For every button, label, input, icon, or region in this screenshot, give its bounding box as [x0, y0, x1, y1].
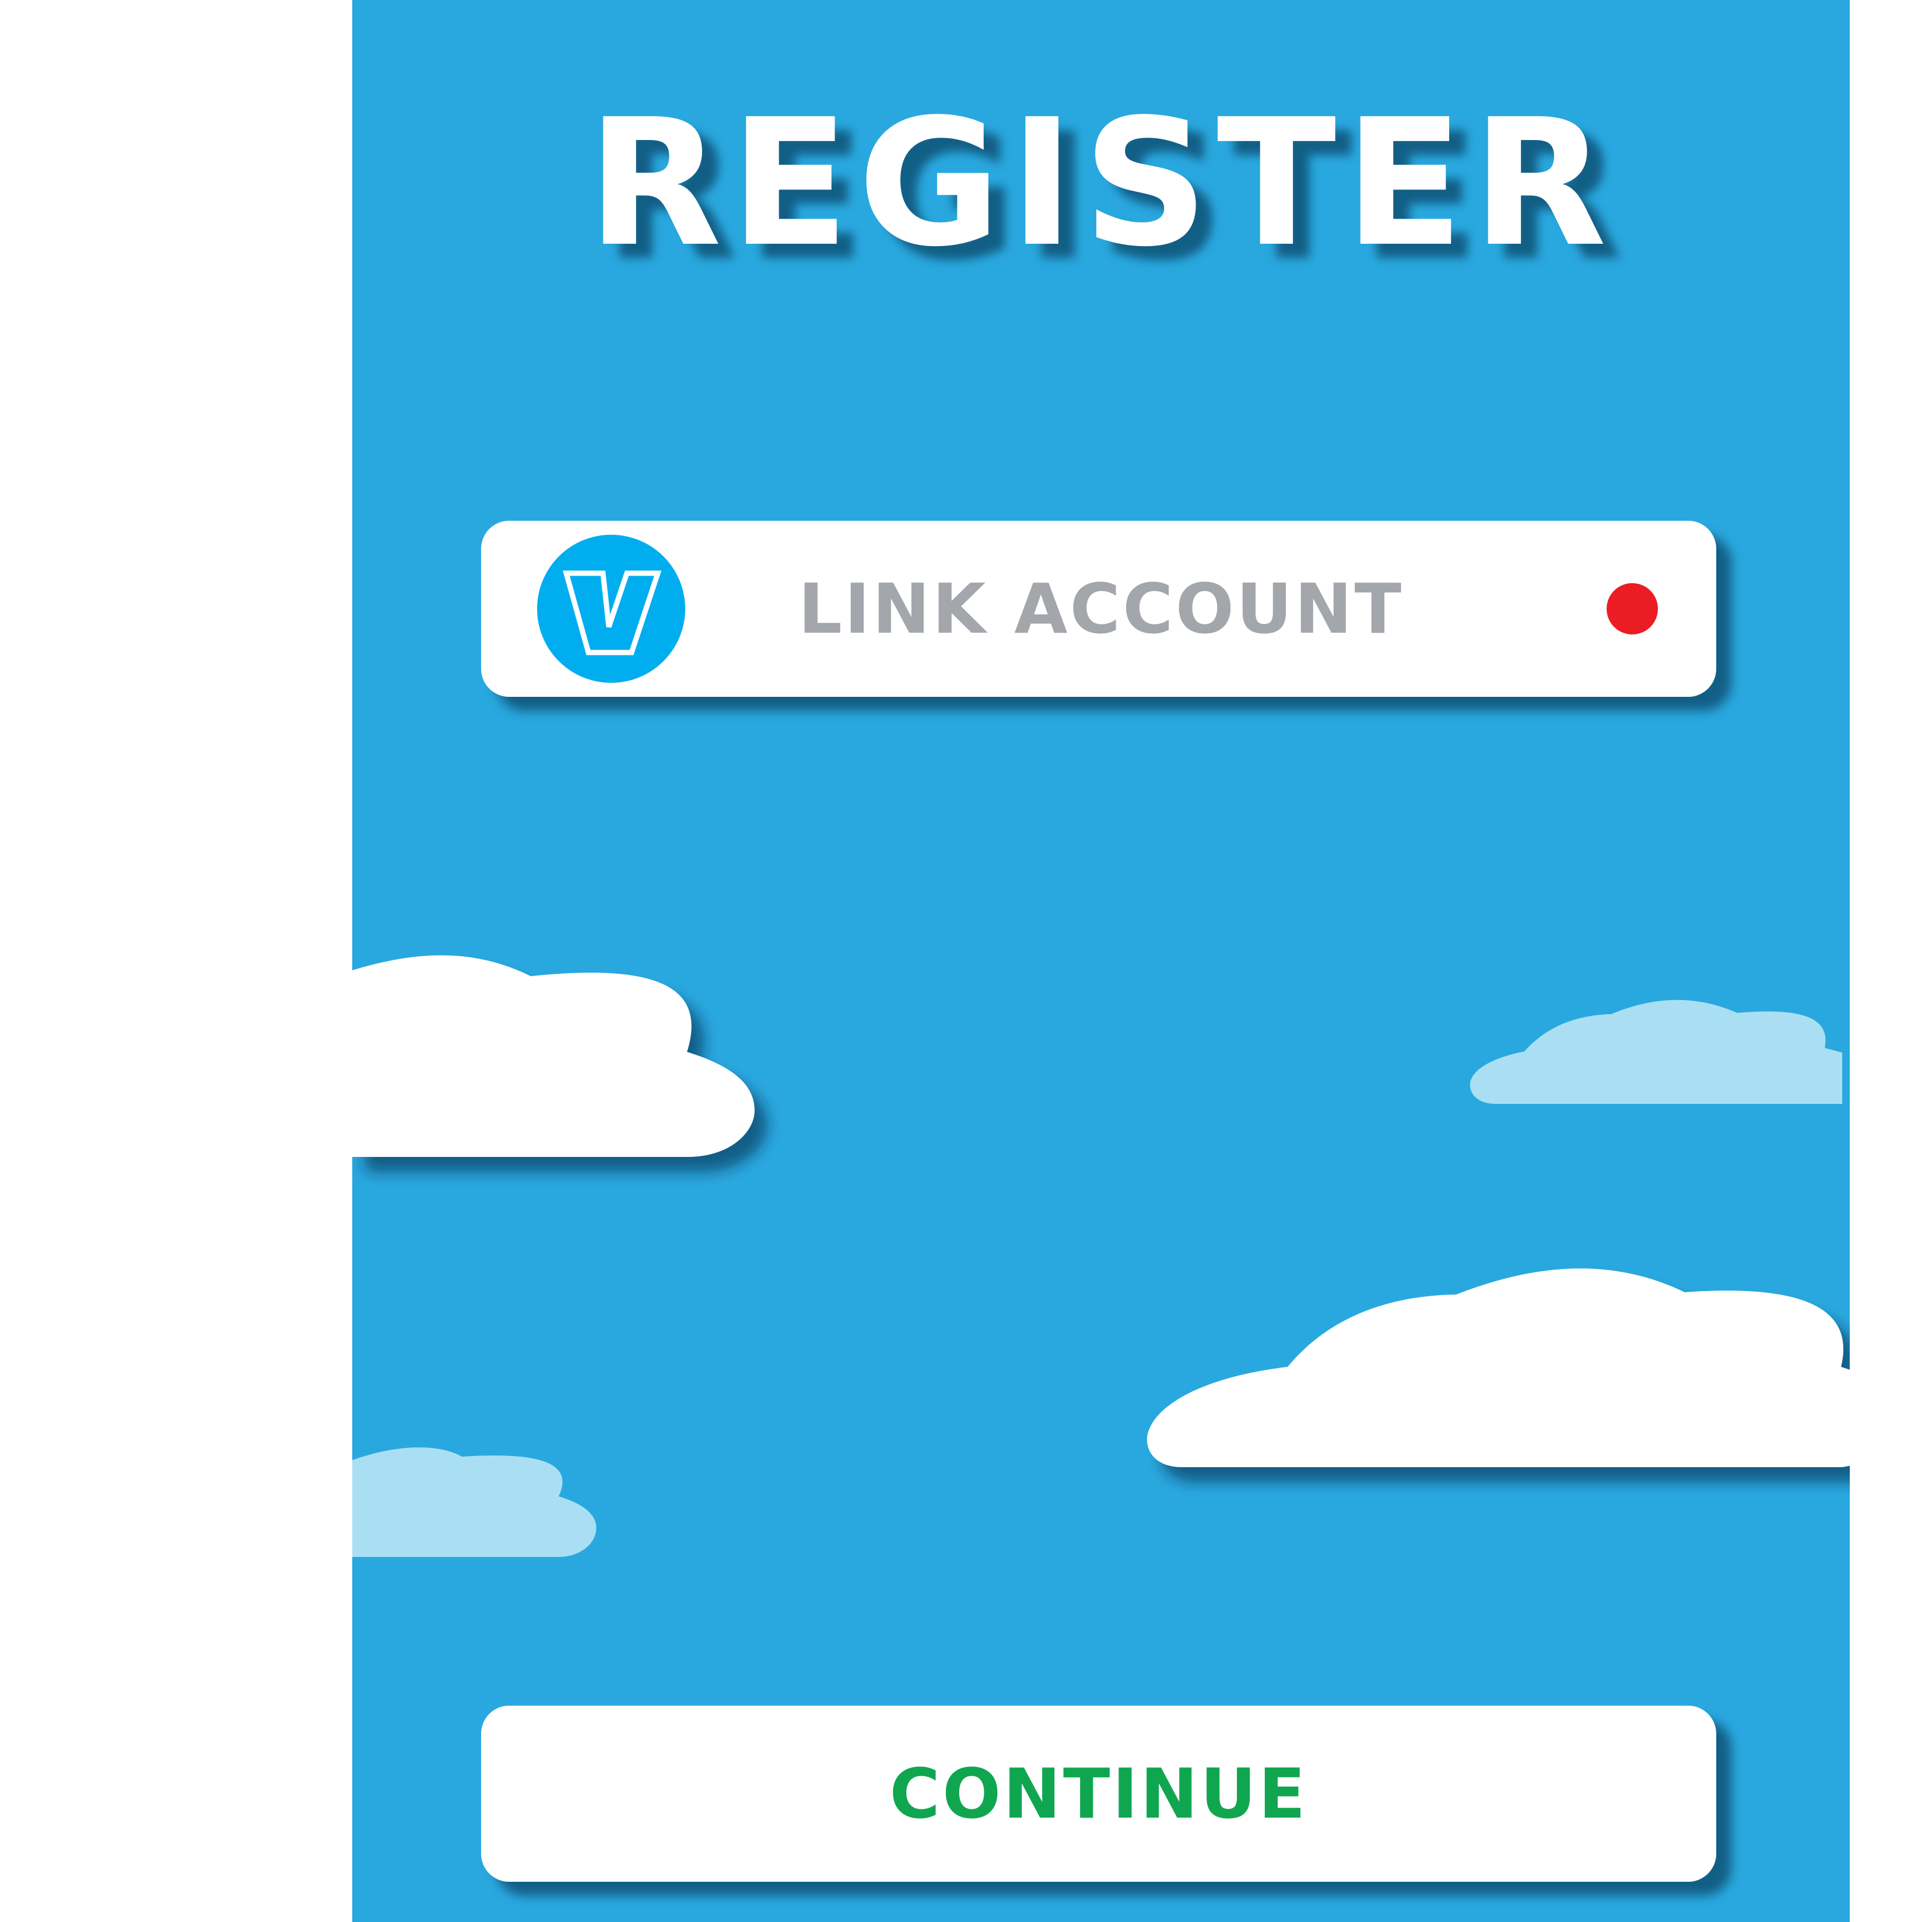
- page-title: REGISTER: [587, 82, 1615, 285]
- status-dot-icon: [1607, 583, 1658, 634]
- register-screen: REGISTER LINK ACCOUNT CONTINUE: [352, 0, 1850, 1922]
- continue-button[interactable]: CONTINUE: [481, 1706, 1716, 1882]
- cloud-icon: [1470, 999, 1842, 1104]
- cloud-icon: [352, 955, 755, 1157]
- link-account-label: LINK ACCOUNT: [798, 569, 1404, 649]
- continue-label: CONTINUE: [889, 1753, 1308, 1834]
- cloud-icon: [1146, 1268, 1850, 1467]
- link-account-button[interactable]: LINK ACCOUNT: [481, 521, 1716, 697]
- cloud-icon: [352, 1447, 597, 1557]
